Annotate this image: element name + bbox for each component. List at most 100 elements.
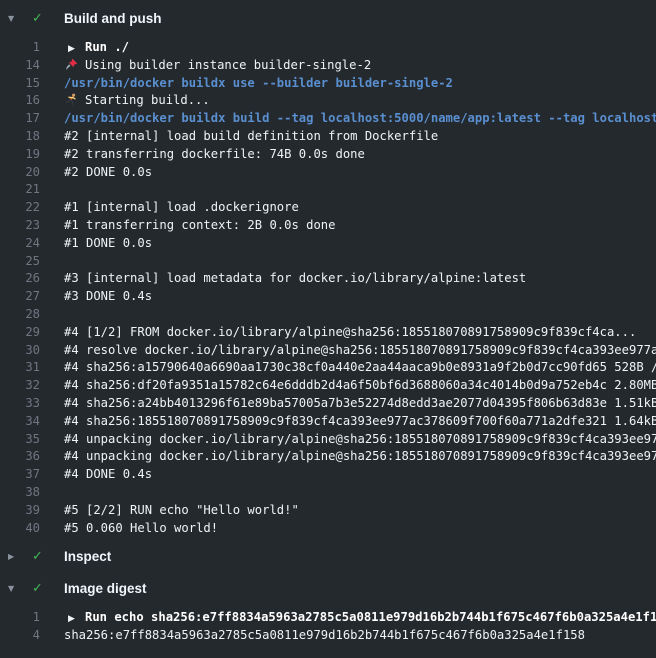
log-text-content: #5 0.060 Hello world!	[64, 521, 218, 535]
line-number[interactable]: 18	[0, 128, 40, 146]
log-line: 34 #4 sha256:185518070891758909c9f839cf4c…	[0, 413, 656, 431]
log-line: 14 Using builder instance builder-single-…	[0, 57, 656, 75]
line-number[interactable]: 35	[0, 431, 40, 449]
log-text: #2 transferring dockerfile: 74B 0.0s don…	[64, 146, 656, 164]
log-text: Starting build...	[64, 92, 656, 110]
log-text: #4 [1/2] FROM docker.io/library/alpine@s…	[64, 324, 656, 342]
log-text-content: Run echo sha256:e7ff8834a5963a2785c5a081…	[85, 610, 656, 624]
log-line: 21	[0, 181, 656, 199]
log-text: #4 sha256:a24bb4013296f61e89ba57005a7b3e…	[64, 395, 656, 413]
line-number[interactable]: 28	[0, 306, 40, 324]
log-text: #4 unpacking docker.io/library/alpine@sh…	[64, 431, 656, 449]
log-text-content: #2 transferring dockerfile: 74B 0.0s don…	[64, 147, 365, 161]
line-number[interactable]: 32	[0, 377, 40, 395]
log-line: 30 #4 resolve docker.io/library/alpine@sh…	[0, 342, 656, 360]
section-header-inspect[interactable]: ▶✓Inspect	[0, 543, 656, 569]
line-number[interactable]: 1	[0, 39, 40, 57]
section-header-image-digest[interactable]: ▼✓Image digest	[0, 575, 656, 601]
log-text: #4 unpacking docker.io/library/alpine@sh…	[64, 448, 656, 466]
log-text: #2 DONE 0.0s	[64, 164, 656, 182]
check-icon: ✓	[32, 11, 48, 26]
log-text-content: #4 DONE 0.4s	[64, 467, 152, 481]
log-text: #1 transferring context: 2B 0.0s done	[64, 217, 656, 235]
log-text-content: #4 resolve docker.io/library/alpine@sha2…	[64, 343, 656, 357]
line-number[interactable]: 25	[0, 253, 40, 271]
log-line: 25	[0, 253, 656, 271]
log-line: 24 #1 DONE 0.0s	[0, 235, 656, 253]
chevron-down-icon[interactable]: ▼	[8, 584, 20, 593]
log-line: 33 #4 sha256:a24bb4013296f61e89ba57005a7b…	[0, 395, 656, 413]
line-number[interactable]: 33	[0, 395, 40, 413]
log-line: 22#1 [internal] load .dockerignore	[0, 199, 656, 217]
log-line: 29 #4 [1/2] FROM docker.io/library/alpine…	[0, 324, 656, 342]
workflow-log-viewer: ▼✓Build and push1▶Run ./14Using builder …	[0, 0, 656, 651]
log-text-content: Using builder instance builder-single-2	[85, 58, 371, 72]
log-line: 28	[0, 306, 656, 324]
line-number[interactable]: 16	[0, 92, 40, 110]
log-text: #4 sha256:a15790640a6690aa1730c38cf0a440…	[64, 359, 656, 377]
log-text-content: Starting build...	[85, 93, 210, 107]
log-text: #4 resolve docker.io/library/alpine@sha2…	[64, 342, 656, 360]
line-number[interactable]: 1	[0, 609, 40, 627]
log-text: ▶Run ./	[64, 39, 656, 57]
log-text	[64, 484, 656, 502]
line-number[interactable]: 20	[0, 164, 40, 182]
log-text-content: #4 sha256:a24bb4013296f61e89ba57005a7b3e…	[64, 396, 656, 410]
log-line: 17/usr/bin/docker buildx build --tag loc…	[0, 110, 656, 128]
line-number[interactable]: 15	[0, 75, 40, 93]
log-text: Using builder instance builder-single-2	[64, 57, 656, 75]
log-line: 40 #5 0.060 Hello world!	[0, 520, 656, 538]
line-number[interactable]: 23	[0, 217, 40, 235]
line-number[interactable]: 4	[0, 627, 40, 645]
line-number[interactable]: 19	[0, 146, 40, 164]
log-text-content: #4 unpacking docker.io/library/alpine@sh…	[64, 449, 656, 463]
log-text-content: sha256:e7ff8834a5963a2785c5a0811e979d16b…	[64, 628, 585, 642]
log-text	[64, 181, 656, 199]
play-icon[interactable]: ▶	[64, 41, 79, 57]
line-number[interactable]: 40	[0, 520, 40, 538]
log-text-content: #2 [internal] load build definition from…	[64, 129, 438, 143]
line-number[interactable]: 39	[0, 502, 40, 520]
chevron-down-icon[interactable]: ▼	[8, 14, 20, 23]
line-number[interactable]: 37	[0, 466, 40, 484]
line-number[interactable]: 31	[0, 359, 40, 377]
log-line: 18 #2 [internal] load build definition fr…	[0, 128, 656, 146]
log-text-content: #4 sha256:df20fa9351a15782c64e6dddb2d4a6…	[64, 378, 656, 392]
log-text-content: #4 sha256:185518070891758909c9f839cf4ca3…	[64, 414, 656, 428]
chevron-right-icon[interactable]: ▶	[8, 552, 20, 561]
line-number[interactable]: 27	[0, 288, 40, 306]
play-icon[interactable]: ▶	[64, 611, 79, 627]
line-number[interactable]: 29	[0, 324, 40, 342]
log-lines-build-and-push: 1 ▶Run ./ 14 Using builder instance builder…	[0, 31, 656, 543]
line-number[interactable]: 14	[0, 57, 40, 75]
log-line: 23 #1 transferring context: 2B 0.0s done	[0, 217, 656, 235]
log-text: /usr/bin/docker buildx use --builder bui…	[64, 75, 656, 93]
line-number[interactable]: 22	[0, 199, 40, 217]
line-number[interactable]: 34	[0, 413, 40, 431]
line-number[interactable]: 26	[0, 270, 40, 288]
log-line: 31 #4 sha256:a15790640a6690aa1730c38cf0a4…	[0, 359, 656, 377]
log-line[interactable]: 1 ▶Run ./	[0, 39, 656, 57]
line-number[interactable]: 36	[0, 448, 40, 466]
line-number[interactable]: 24	[0, 235, 40, 253]
check-icon: ✓	[32, 549, 48, 564]
log-line: 15/usr/bin/docker buildx use --builder b…	[0, 75, 656, 93]
log-text-content: #4 unpacking docker.io/library/alpine@sh…	[64, 432, 656, 446]
log-text: #4 DONE 0.4s	[64, 466, 656, 484]
pushpin-icon	[64, 57, 79, 75]
log-text-content: #3 [internal] load metadata for docker.i…	[64, 271, 526, 285]
log-line[interactable]: 1 ▶ Run echo sha256:e7ff8834a5963a2785c5a0…	[0, 609, 656, 627]
section-title: Image digest	[64, 581, 147, 596]
log-text-content: #1 DONE 0.0s	[64, 236, 152, 250]
log-text: #1 DONE 0.0s	[64, 235, 656, 253]
log-line: 16 Starting build...	[0, 92, 656, 110]
log-text: /usr/bin/docker buildx build --tag local…	[64, 110, 656, 128]
line-number[interactable]: 30	[0, 342, 40, 360]
line-number[interactable]: 17	[0, 110, 40, 128]
log-text-content: /usr/bin/docker buildx build --tag local…	[64, 111, 656, 125]
section-header-build-and-push[interactable]: ▼✓Build and push	[0, 5, 656, 31]
log-line: 35 #4 unpacking docker.io/library/alpine@…	[0, 431, 656, 449]
line-number[interactable]: 21	[0, 181, 40, 199]
line-number[interactable]: 38	[0, 484, 40, 502]
log-text: sha256:e7ff8834a5963a2785c5a0811e979d16b…	[64, 627, 656, 645]
